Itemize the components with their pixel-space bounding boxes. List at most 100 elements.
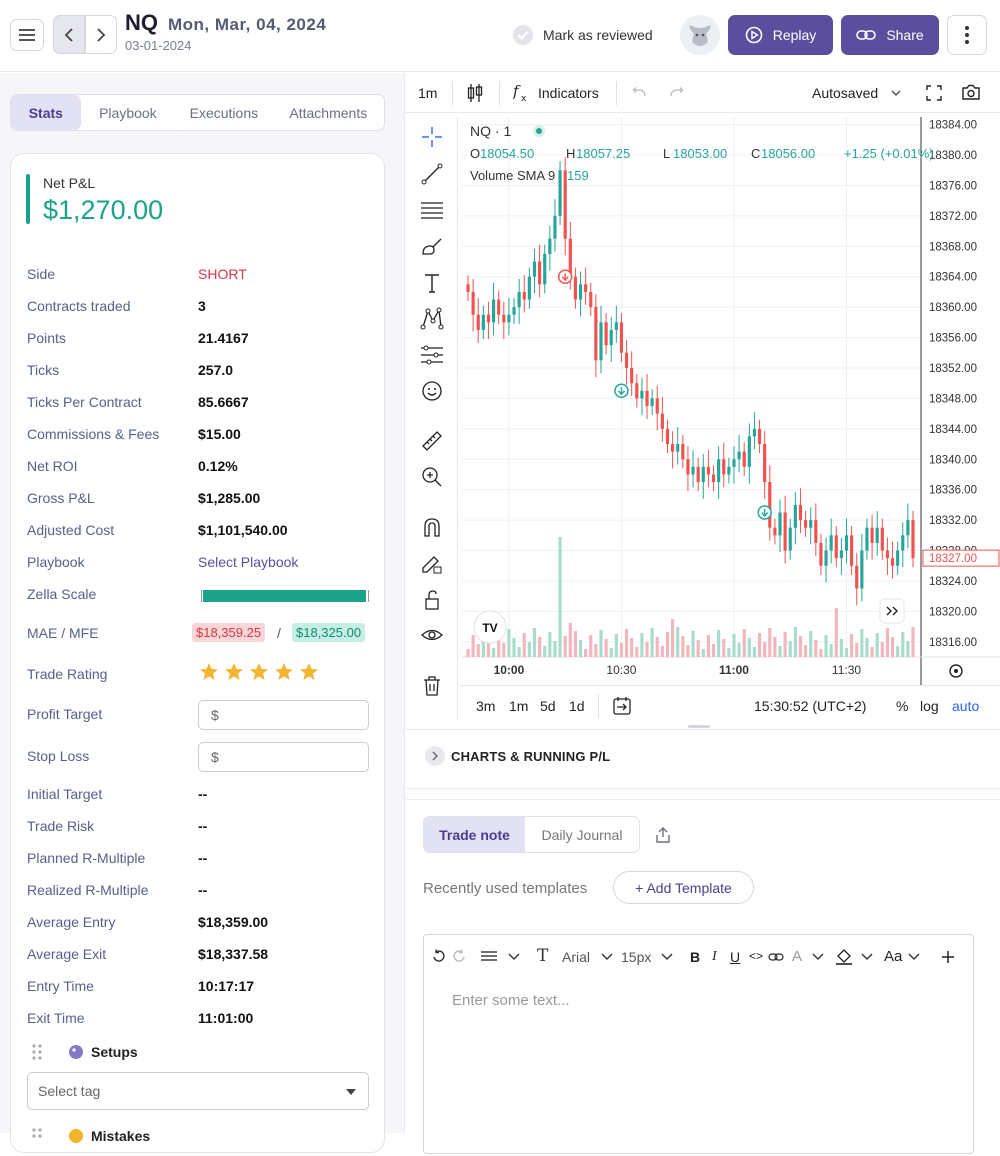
drag-handle-icon[interactable] xyxy=(32,1044,42,1060)
stat-label: Points xyxy=(27,330,66,346)
camera-icon[interactable] xyxy=(961,84,981,100)
star-icon[interactable] xyxy=(199,662,219,682)
range-1d[interactable]: 1d xyxy=(569,698,585,714)
redo-icon[interactable] xyxy=(452,949,466,963)
tab-daily-journal[interactable]: Daily Journal xyxy=(525,817,639,852)
text-case-select[interactable]: Aa xyxy=(884,948,902,965)
bold-icon[interactable]: B xyxy=(690,949,700,965)
stat-value: $1,101,540.00 xyxy=(198,522,288,538)
star-icon[interactable] xyxy=(224,662,244,682)
text-format-icon[interactable]: T xyxy=(537,946,548,966)
stat-value: 11:01:00 xyxy=(198,1010,254,1026)
align-icon[interactable] xyxy=(481,951,497,963)
undo-icon[interactable] xyxy=(632,87,646,97)
share-button[interactable]: Share xyxy=(841,15,939,55)
underline-icon[interactable]: U xyxy=(730,949,740,965)
star-icon[interactable] xyxy=(299,662,319,682)
volume-bar xyxy=(788,641,792,657)
horizontal-lines-icon[interactable] xyxy=(418,196,446,224)
chevron-down-icon[interactable] xyxy=(601,953,613,961)
share-upload-icon[interactable] xyxy=(654,826,672,844)
trade-rating-label: Trade Rating xyxy=(27,666,108,682)
avatar[interactable] xyxy=(680,15,720,55)
ruler-icon[interactable] xyxy=(418,427,446,455)
next-trade-button[interactable] xyxy=(85,15,117,54)
tab-executions[interactable]: Executions xyxy=(175,95,272,130)
chevron-down-icon[interactable] xyxy=(908,953,920,961)
indicators-button[interactable]: Indicators xyxy=(538,85,599,101)
scroll-right-button[interactable] xyxy=(879,598,905,624)
resize-handle[interactable] xyxy=(688,725,710,728)
brush-icon[interactable] xyxy=(418,232,446,260)
interval-button[interactable]: 1m xyxy=(418,85,437,101)
y-tick-label: 18352.00 xyxy=(929,363,977,375)
profit-target-input[interactable]: $ xyxy=(198,700,369,730)
zoom-in-icon[interactable] xyxy=(418,463,446,491)
candles-icon[interactable] xyxy=(467,83,483,103)
range-5d[interactable]: 5d xyxy=(540,698,556,714)
star-icon[interactable] xyxy=(249,662,269,682)
add-template-button[interactable]: + Add Template xyxy=(613,871,754,904)
goto-date-icon[interactable] xyxy=(612,696,632,716)
candle xyxy=(911,520,915,559)
chevron-down-icon[interactable] xyxy=(861,953,873,961)
tab-playbook[interactable]: Playbook xyxy=(81,95,176,130)
range-3m[interactable]: 3m xyxy=(476,698,495,714)
plus-icon[interactable] xyxy=(942,951,954,963)
replay-button[interactable]: Replay xyxy=(728,15,833,55)
fib-icon[interactable] xyxy=(418,341,446,369)
lock-drawing-icon[interactable] xyxy=(418,549,446,577)
magnet-icon[interactable] xyxy=(418,513,446,541)
ohlc-key: L xyxy=(663,146,670,161)
chevron-down-icon[interactable] xyxy=(508,953,520,961)
auto-toggle[interactable]: auto xyxy=(952,698,979,714)
tab-stats[interactable]: Stats xyxy=(11,95,81,130)
log-toggle[interactable]: log xyxy=(920,698,939,714)
crosshair-icon[interactable] xyxy=(418,123,446,151)
code-icon[interactable]: <> xyxy=(749,949,763,963)
prev-trade-button[interactable] xyxy=(53,15,85,54)
star-rating[interactable] xyxy=(199,662,319,682)
chevron-down-icon[interactable] xyxy=(661,953,673,961)
select-tag-dropdown[interactable]: Select tag xyxy=(27,1072,369,1110)
eye-icon[interactable] xyxy=(418,621,446,649)
font-color-icon[interactable]: A xyxy=(792,948,802,965)
font-family-select[interactable]: Arial xyxy=(562,949,590,965)
mark-reviewed-toggle[interactable]: Mark as reviewed xyxy=(513,25,653,45)
font-size-select[interactable]: 15px xyxy=(621,949,651,965)
stat-value[interactable]: Select Playbook xyxy=(198,554,298,570)
candle xyxy=(701,466,705,483)
more-options-button[interactable] xyxy=(947,15,987,55)
italic-icon[interactable]: I xyxy=(712,949,717,965)
link-icon[interactable] xyxy=(768,952,784,962)
volume-bar xyxy=(584,649,588,657)
star-icon[interactable] xyxy=(274,662,294,682)
pattern-icon[interactable] xyxy=(418,305,446,333)
tab-trade-note[interactable]: Trade note xyxy=(424,817,525,852)
redo-icon[interactable] xyxy=(670,87,684,97)
undo-icon[interactable] xyxy=(432,949,446,963)
price-chart[interactable]: 18384.00 18380.00 18376.00 18372.00 18368.00… xyxy=(460,117,1000,685)
chevron-down-icon[interactable] xyxy=(812,953,824,961)
currency-symbol: $ xyxy=(211,749,219,765)
unlock-icon[interactable] xyxy=(418,586,446,614)
editor-content[interactable]: Enter some text... xyxy=(452,992,570,1009)
drag-handle-icon[interactable] xyxy=(32,1128,42,1144)
stop-loss-input[interactable]: $ xyxy=(198,742,369,772)
highlight-icon[interactable] xyxy=(835,947,853,965)
trash-icon[interactable] xyxy=(418,672,446,700)
tab-attachments[interactable]: Attachments xyxy=(273,95,384,130)
replay-label: Replay xyxy=(772,27,817,43)
autosaved-dropdown[interactable]: Autosaved xyxy=(812,85,878,101)
charts-running-pl-section[interactable]: CHARTS & RUNNING P/L xyxy=(406,729,1000,789)
fullscreen-icon[interactable] xyxy=(926,85,942,101)
text-tool-icon[interactable] xyxy=(418,269,446,297)
range-1m[interactable]: 1m xyxy=(509,698,528,714)
volume-bar xyxy=(752,647,757,657)
percent-toggle[interactable]: % xyxy=(896,698,908,714)
menu-button[interactable] xyxy=(10,19,44,51)
emoji-icon[interactable] xyxy=(418,377,446,405)
expand-button[interactable] xyxy=(425,746,445,766)
stat-value: 10:17:17 xyxy=(198,978,255,994)
trend-line-icon[interactable] xyxy=(418,160,446,188)
